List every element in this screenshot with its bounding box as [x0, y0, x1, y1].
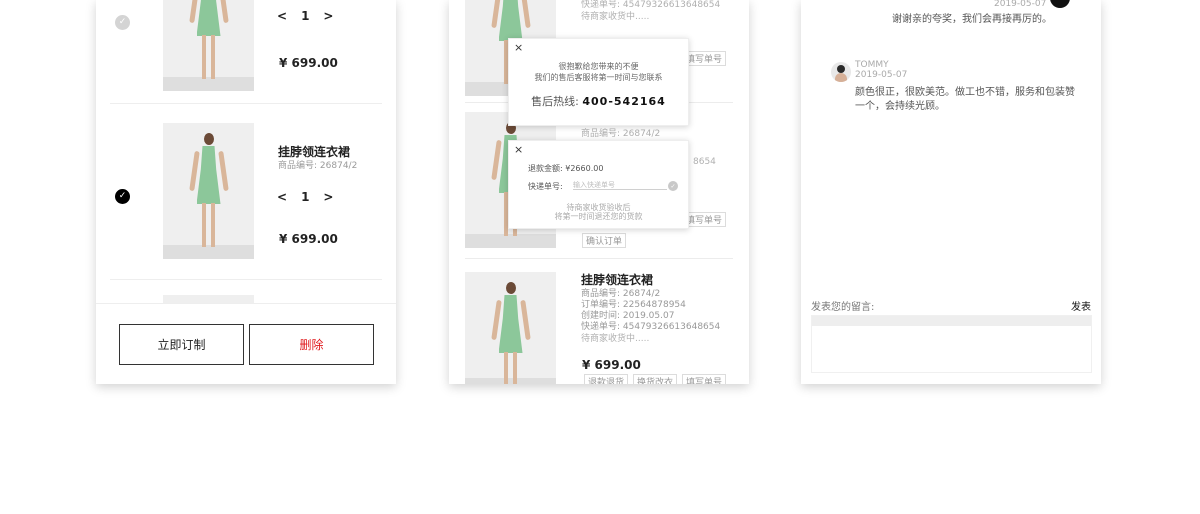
cart-card: ✓ < 1 > ¥ 699.00 ✓ 挂脖领连衣裙 商品编号: 26874/2 …	[96, 0, 396, 384]
contact-text: 我们的售后客服将第一时间与您联系	[534, 73, 663, 82]
tracking-input[interactable]: 输入快递单号	[573, 180, 667, 190]
product-code: 商品编号: 26874/2	[278, 161, 358, 171]
fill-tracking-button[interactable]: 填写单号	[682, 374, 727, 384]
send-message-button[interactable]: 发表	[1071, 298, 1091, 313]
order-now-button[interactable]: 立即订制	[119, 324, 244, 365]
quantity-increase-button[interactable]: >	[323, 9, 333, 23]
quantity-value: 1	[301, 9, 310, 23]
user-avatar	[831, 62, 851, 82]
item-unselected-checkbox[interactable]: ✓	[115, 15, 130, 30]
review-text: 颜色很正，很欧美范。做工也不错，服务和包装赞	[855, 87, 1075, 98]
check-icon: ✓	[118, 17, 127, 27]
quantity-value: 1	[301, 190, 310, 204]
hotline-number: 400-542164	[582, 95, 666, 108]
apology-text: 很抱歉给您带来的不便	[558, 62, 639, 71]
reply-date: 2019-05-07	[994, 0, 1047, 9]
quantity-increase-button[interactable]: >	[323, 190, 333, 204]
confirm-check-icon[interactable]: ✓	[668, 181, 678, 191]
refund-return-button[interactable]: 退款退货	[584, 374, 629, 384]
item-price: ¥ 699.00	[279, 232, 338, 246]
message-input[interactable]	[811, 315, 1092, 373]
shop-reply: 谢谢亲的夸奖，我们会再接再厉的。	[892, 14, 1052, 25]
service-hotline-popup: × 很抱歉给您带来的不便 我们的售后客服将第一时间与您联系 售后热线: 400-…	[508, 38, 689, 126]
product-photo	[163, 123, 254, 259]
divider	[465, 258, 733, 259]
check-icon: ✓	[118, 191, 127, 201]
shop-avatar	[1050, 0, 1070, 8]
divider	[110, 103, 382, 104]
review-user: TOMMY	[855, 60, 889, 70]
item-price: ¥ 699.00	[279, 56, 338, 70]
review-date: 2019-05-07	[855, 70, 908, 80]
order-status: 待商家收货中.....	[581, 334, 650, 344]
close-icon[interactable]: ×	[514, 41, 523, 54]
refund-note: 将第一时间退还您的货款	[554, 212, 643, 221]
quantity-stepper: < 1 >	[277, 190, 333, 204]
refund-popup: × 退款金额: ¥2660.00 快递单号: 输入快递单号 ✓ 待商家收货验收后…	[508, 140, 689, 229]
quantity-decrease-button[interactable]: <	[277, 190, 287, 204]
reviews-card: 2019-05-07 谢谢亲的夸奖，我们会再接再厉的。 TOMMY 2019-0…	[801, 0, 1101, 384]
product-photo	[465, 272, 556, 384]
quantity-stepper: < 1 >	[277, 9, 333, 23]
divider	[110, 279, 382, 280]
product-photo	[163, 0, 254, 91]
product-code: 商品编号: 26874/2	[581, 129, 661, 139]
item-selected-checkbox[interactable]: ✓	[115, 189, 130, 204]
confirm-order-button[interactable]: 确认订单	[582, 233, 627, 248]
message-label: 发表您的留言:	[811, 302, 875, 313]
quantity-decrease-button[interactable]: <	[277, 9, 287, 23]
order-price: ¥ 699.00	[582, 358, 641, 372]
close-icon[interactable]: ×	[514, 143, 523, 156]
cart-action-bar: 立即订制 删除	[96, 303, 396, 384]
delete-button[interactable]: 删除	[249, 324, 374, 365]
orders-card: 快递单号: 45479326613648654 待商家收货中..... 填写单号…	[449, 0, 749, 384]
tracking-number-partial: 8654	[693, 157, 716, 167]
exchange-button[interactable]: 换货改衣	[633, 374, 678, 384]
review-text: 一个，会持续光顾。	[855, 101, 945, 112]
hotline: 售后热线: 400-542164	[531, 95, 666, 108]
refund-amount: 退款金额: ¥2660.00	[528, 164, 604, 173]
order-status: 待商家收货中.....	[581, 12, 650, 22]
tracking-label: 快递单号:	[528, 182, 563, 191]
